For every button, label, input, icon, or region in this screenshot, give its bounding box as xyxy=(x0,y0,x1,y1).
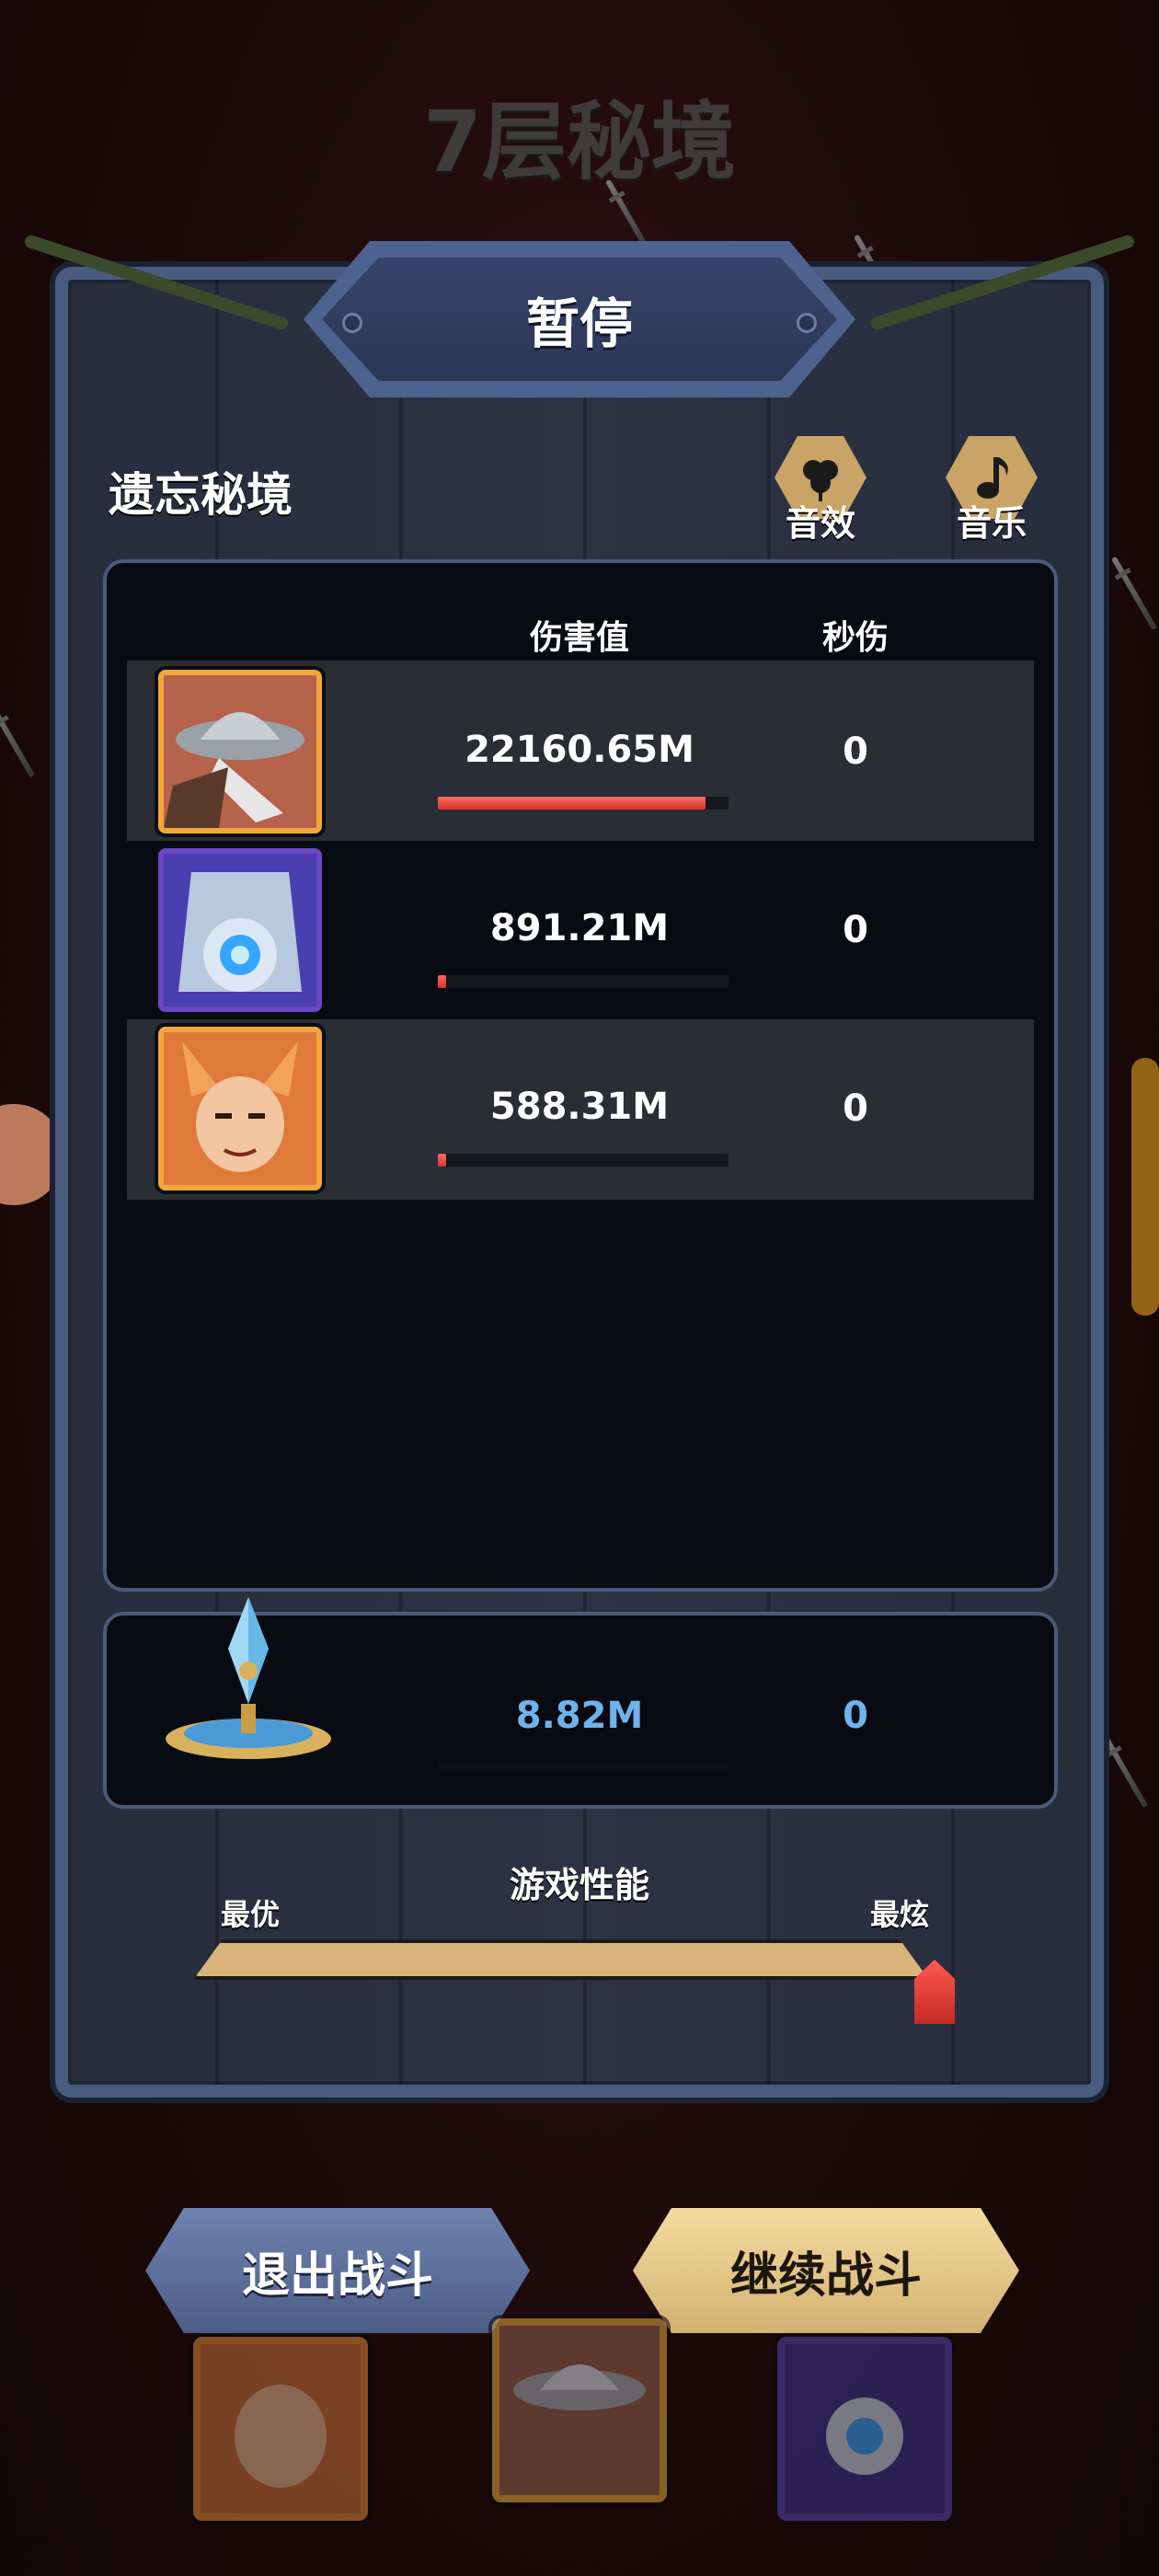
damage-bar-fill xyxy=(438,797,706,810)
summon-dps-value: 0 xyxy=(843,1695,868,1737)
crystal-knight-card-icon xyxy=(785,2344,945,2513)
sound-label: 音效 xyxy=(785,503,855,544)
bg-sword-decoration xyxy=(1101,1733,1149,1809)
bg-sword-decoration xyxy=(0,703,36,778)
exit-battle-button[interactable]: 退出战斗 xyxy=(145,2208,530,2333)
music-label: 音乐 xyxy=(956,503,1027,544)
dps-column-header: 秒伤 xyxy=(821,619,889,657)
hero-portrait[interactable] xyxy=(158,1027,322,1190)
fox-warrior-portrait-icon xyxy=(164,1032,316,1185)
performance-slider[interactable] xyxy=(193,1939,929,1980)
bg-sword-decoration xyxy=(1110,556,1158,631)
floor-title: 7层秘境 xyxy=(422,93,736,191)
continue-battle-label: 继续战斗 xyxy=(729,2248,922,2304)
damage-value: 22160.65M xyxy=(465,729,694,771)
damage-bar xyxy=(438,797,729,810)
exit-battle-label: 退出战斗 xyxy=(241,2248,433,2304)
hero-card[interactable] xyxy=(492,2318,667,2502)
performance-max-label: 最炫 xyxy=(870,1897,930,1932)
realm-name: 遗忘秘境 xyxy=(109,468,293,522)
performance-title: 游戏性能 xyxy=(509,1865,649,1905)
damage-bar-fill xyxy=(438,1154,447,1167)
dps-value: 0 xyxy=(843,730,868,773)
damage-value: 891.21M xyxy=(489,907,670,949)
damage-value: 588.31M xyxy=(489,1086,670,1128)
damage-bar xyxy=(438,975,729,988)
performance-min-label: 最优 xyxy=(221,1897,281,1932)
hat-wizard-portrait-icon xyxy=(164,675,316,828)
damage-bar-fill xyxy=(438,975,447,988)
hero-card[interactable] xyxy=(777,2337,952,2521)
summon-damage-bar xyxy=(438,1763,729,1772)
dps-value: 0 xyxy=(843,909,868,951)
side-glow-decoration xyxy=(1131,1058,1159,1316)
fox-warrior-card-icon xyxy=(201,2344,361,2513)
crystal-knight-portrait-icon xyxy=(164,854,316,1006)
hero-portrait[interactable] xyxy=(158,848,322,1012)
summon-damage-value: 8.82M xyxy=(515,1695,644,1737)
dialog-title: 暂停 xyxy=(525,293,633,355)
crystal-totem-icon xyxy=(156,1593,340,1781)
damage-bar xyxy=(438,1154,729,1167)
dps-value: 0 xyxy=(843,1087,868,1130)
hero-card[interactable] xyxy=(193,2337,368,2521)
hero-portrait[interactable] xyxy=(158,670,322,834)
damage-column-header: 伤害值 xyxy=(529,619,629,657)
continue-battle-button[interactable]: 继续战斗 xyxy=(633,2208,1019,2333)
hat-wizard-card-icon xyxy=(499,2326,660,2495)
